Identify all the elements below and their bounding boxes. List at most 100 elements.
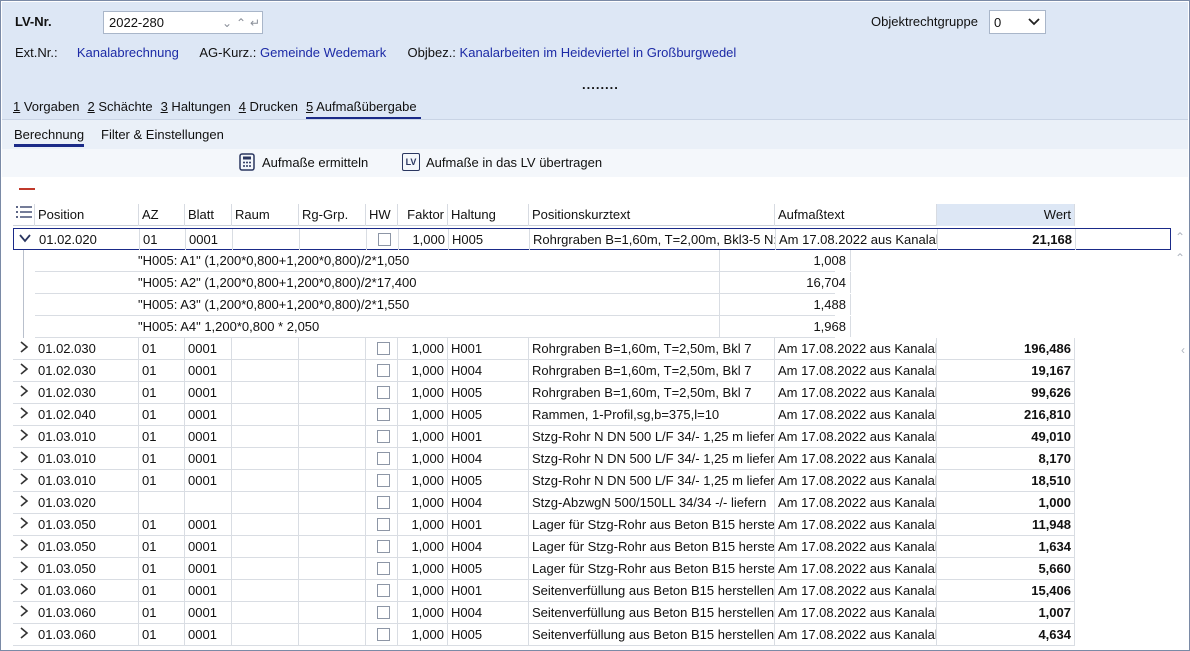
scroll-left-icon[interactable]: ‹ xyxy=(1181,343,1185,357)
col-haltung[interactable]: Haltung xyxy=(448,204,529,226)
column-chooser-icon[interactable] xyxy=(13,204,35,226)
cell-faktor: 1,000 xyxy=(398,514,448,535)
cell-aufmass: Am 17.08.2022 aus Kanalab xyxy=(775,514,937,535)
hw-checkbox[interactable] xyxy=(376,606,390,619)
table-row[interactable]: 01.03.020 1,000 H004 Stzg-AbzwgN 500/150LL … xyxy=(13,492,1075,514)
hw-checkbox[interactable] xyxy=(376,496,390,509)
hw-checkbox[interactable] xyxy=(376,518,390,531)
hw-checkbox[interactable] xyxy=(376,562,390,575)
cell-raum xyxy=(232,360,299,381)
col-raum[interactable]: Raum xyxy=(232,204,299,226)
col-hw[interactable]: HW xyxy=(366,204,398,226)
hw-checkbox[interactable] xyxy=(376,540,390,553)
col-az[interactable]: AZ xyxy=(139,204,185,226)
expand-icon[interactable] xyxy=(13,624,35,645)
subtab-filter-einstellungen[interactable]: Filter & Einstellungen xyxy=(101,127,224,142)
table-row[interactable]: 01.03.050 01 0001 1,000 H004 Lager für Stzg-R… xyxy=(13,536,1075,558)
hw-checkbox[interactable] xyxy=(377,233,391,246)
table-row[interactable]: 01.03.060 01 0001 1,000 H001 Seitenverfüllung… xyxy=(13,580,1075,602)
table-row[interactable]: 01.03.010 01 0001 1,000 H004 Stzg-Rohr N DN 5… xyxy=(13,448,1075,470)
expand-icon[interactable] xyxy=(13,492,35,513)
hw-checkbox[interactable] xyxy=(376,474,390,487)
table-row[interactable]: 01.03.010 01 0001 1,000 H005 Stzg-Rohr N DN 5… xyxy=(13,470,1075,492)
aufmass-detail-row[interactable]: "H005: A3" (1,200*0,800+1,200*0,800)/2*1… xyxy=(35,294,851,316)
sub-tabs: Berechnung Filter & Einstellungen xyxy=(2,119,1188,149)
col-positionskurztext[interactable]: Positionskurztext xyxy=(529,204,775,226)
col-rg-grp[interactable]: Rg-Grp. xyxy=(299,204,366,226)
expand-icon[interactable] xyxy=(13,404,35,425)
col-position[interactable]: Position xyxy=(35,204,139,226)
cell-aufmass: Am 17.08.2022 aus Kanalab xyxy=(775,426,937,447)
table-row[interactable]: 01.02.020 01 0001 1,000 H005 Rohrgraben B=1,6… xyxy=(13,228,1171,250)
expand-icon[interactable] xyxy=(13,602,35,623)
expand-icon[interactable] xyxy=(13,536,35,557)
expand-icon[interactable] xyxy=(13,360,35,381)
expand-icon[interactable] xyxy=(13,338,35,359)
scroll-up-icon[interactable]: ⌃ xyxy=(1175,230,1185,244)
cell-blatt: 0001 xyxy=(185,514,232,535)
hw-checkbox[interactable] xyxy=(376,408,390,421)
table-row[interactable]: 01.03.060 01 0001 1,000 H005 Seitenverfüllung… xyxy=(13,624,1075,646)
hw-checkbox[interactable] xyxy=(376,584,390,597)
tab-schaechte[interactable]: 2 Schächte xyxy=(88,99,161,120)
hw-checkbox[interactable] xyxy=(376,386,390,399)
aufmass-detail-row[interactable]: "H005: A1" (1,200*0,800+1,200*0,800)/2*1… xyxy=(35,250,851,272)
chevron-down-icon[interactable]: ⌄ xyxy=(220,16,234,30)
objektrechtgruppe-value: 0 xyxy=(994,14,1002,30)
col-blatt[interactable]: Blatt xyxy=(185,204,232,226)
expand-icon[interactable] xyxy=(13,514,35,535)
hw-checkbox[interactable] xyxy=(376,342,390,355)
table-row[interactable]: 01.03.060 01 0001 1,000 H004 Seitenverfüllung… xyxy=(13,602,1075,624)
header-panel: LV-Nr. 2022-280 ⌄ ⌃ ↵ Objektrechtgruppe … xyxy=(2,2,1188,120)
cell-blatt: 0001 xyxy=(185,426,232,447)
toolbar: Aufmaße ermitteln LV Aufmaße in das LV ü… xyxy=(2,149,1188,177)
expand-icon[interactable] xyxy=(13,426,35,447)
hw-checkbox[interactable] xyxy=(376,364,390,377)
col-wert[interactable]: Wert xyxy=(937,204,1075,226)
table-row[interactable]: 01.02.030 01 0001 1,000 H004 Rohrgraben B=1,6… xyxy=(13,360,1075,382)
hw-checkbox[interactable] xyxy=(376,430,390,443)
expand-icon[interactable] xyxy=(13,558,35,579)
aufmasse-ermitteln-button[interactable]: Aufmaße ermitteln xyxy=(238,153,368,171)
table-row[interactable]: 01.02.030 01 0001 1,000 H005 Rohrgraben B=1,6… xyxy=(13,382,1075,404)
expand-icon[interactable] xyxy=(13,580,35,601)
tab-aufmassuebergabe[interactable]: 5 Aufmaßübergabe xyxy=(305,99,421,120)
enter-icon[interactable]: ↵ xyxy=(248,16,262,30)
cell-aufmass: Am 17.08.2022 aus Kanalab xyxy=(776,229,938,250)
collapse-icon[interactable] xyxy=(14,229,36,250)
aufmass-detail-row[interactable]: "H005: A2" (1,200*0,800+1,200*0,800)/2*1… xyxy=(35,272,851,294)
cell-kurztext: Stzg-AbzwgN 500/150LL 34/34 -/- liefern xyxy=(529,492,775,513)
table-row[interactable]: 01.02.040 01 0001 1,000 H005 Rammen, 1-Profil… xyxy=(13,404,1075,426)
hw-checkbox[interactable] xyxy=(376,628,390,641)
col-aufmasstext[interactable]: Aufmaßtext xyxy=(775,204,937,226)
col-faktor[interactable]: Faktor xyxy=(398,204,448,226)
expand-icon[interactable] xyxy=(13,382,35,403)
hw-checkbox[interactable] xyxy=(376,452,390,465)
cell-kurztext: Seitenverfüllung aus Beton B15 herstelle… xyxy=(529,580,775,601)
table-row[interactable]: 01.02.030 01 0001 1,000 H001 Rohrgraben B=1,6… xyxy=(13,338,1075,360)
table-row[interactable]: 01.03.050 01 0001 1,000 H001 Lager für Stzg-R… xyxy=(13,514,1075,536)
tab-vorgaben[interactable]: 1 Vorgaben xyxy=(13,99,88,120)
cell-az: 01 xyxy=(139,580,185,601)
cell-faktor: 1,000 xyxy=(398,536,448,557)
expand-icon[interactable] xyxy=(13,448,35,469)
objektrechtgruppe-select[interactable]: 0 xyxy=(989,10,1046,34)
cell-kurztext: Rohrgraben B=1,60m, T=2,50m, Bkl 7 xyxy=(529,360,775,381)
info-row: Ext.Nr.: Kanalabrechnung AG-Kurz.: Gemei… xyxy=(15,45,736,60)
expand-icon[interactable] xyxy=(13,470,35,491)
tab-haltungen[interactable]: 3 Haltungen xyxy=(161,99,239,120)
subtab-berechnung[interactable]: Berechnung xyxy=(14,127,85,147)
table-row[interactable]: 01.03.050 01 0001 1,000 H005 Lager für Stzg-R… xyxy=(13,558,1075,580)
cell-aufmass: Am 17.08.2022 aus Kanalab xyxy=(775,360,937,381)
table-row[interactable]: 01.03.010 01 0001 1,000 H001 Stzg-Rohr N DN 5… xyxy=(13,426,1075,448)
cell-wert: 19,167 xyxy=(937,360,1075,381)
scroll-up-icon[interactable]: ⌃ xyxy=(1175,251,1185,265)
splitter-handle[interactable]: ........ xyxy=(582,77,619,92)
aufmass-detail-row[interactable]: "H005: A4" 1,200*0,800 * 2,050 1,968 xyxy=(35,316,851,338)
cell-az: 01 xyxy=(139,558,185,579)
aufmasse-uebertragen-button[interactable]: LV Aufmaße in das LV übertragen xyxy=(402,153,602,171)
tab-drucken[interactable]: 4 Drucken xyxy=(239,99,306,120)
tree-line xyxy=(23,250,24,338)
lv-number-combo[interactable]: 2022-280 ⌄ ⌃ ↵ xyxy=(103,11,263,34)
chevron-up-icon[interactable]: ⌃ xyxy=(234,16,248,30)
